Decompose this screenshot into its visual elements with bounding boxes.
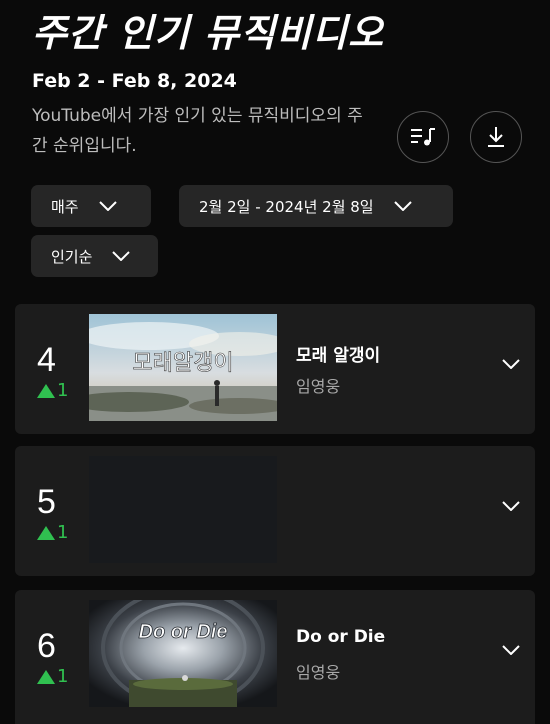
download-button[interactable] <box>470 111 522 163</box>
song-title[interactable]: 모래 알갱이 <box>296 341 380 366</box>
sort-value: 인기순 <box>51 247 93 266</box>
rank-up-arrow-icon <box>37 669 55 684</box>
rank-number: 4 <box>37 341 56 379</box>
video-thumbnail[interactable]: Do or Die <box>89 600 277 707</box>
rank-up-arrow-icon <box>37 525 55 540</box>
rank-change-value: 1 <box>57 380 69 401</box>
rank-change-value: 1 <box>57 666 69 687</box>
chevron-down-icon <box>98 201 117 211</box>
rank-number: 5 <box>37 483 56 521</box>
chevron-down-icon <box>112 251 131 261</box>
download-icon <box>488 127 504 147</box>
thumbnail-title-text: 모래알갱이 <box>132 350 233 375</box>
add-to-playlist-button[interactable] <box>397 111 449 163</box>
chevron-down-icon[interactable] <box>502 645 520 655</box>
video-thumbnail[interactable] <box>89 456 277 563</box>
rank-change: 1 <box>37 666 68 687</box>
playlist-music-icon <box>411 128 435 146</box>
chart-date-range: Feb 2 - Feb 8, 2024 <box>32 70 237 92</box>
chart-row[interactable]: 5 1 <box>15 446 535 576</box>
date-range-dropdown[interactable]: 2월 2일 - 2024년 2월 8일 <box>179 185 453 227</box>
rank-change-value: 1 <box>57 522 69 543</box>
chevron-down-icon[interactable] <box>502 501 520 511</box>
chart-description: YouTube에서 가장 인기 있는 뮤직비디오의 주간 순위입니다. <box>32 106 363 156</box>
artist-name[interactable]: 임영웅 <box>296 659 340 683</box>
chart-row[interactable]: 4 1 모래알갱이 모래 알갱이 임영웅 <box>15 304 535 434</box>
rank-number: 6 <box>37 627 56 665</box>
rank-up-arrow-icon <box>37 383 55 398</box>
chevron-down-icon <box>393 201 412 211</box>
artist-name[interactable]: 임영웅 <box>296 373 340 397</box>
video-thumbnail[interactable]: 모래알갱이 <box>89 314 277 421</box>
date-range-value: 2월 2일 - 2024년 2월 8일 <box>199 197 374 216</box>
rank-change: 1 <box>37 380 68 401</box>
song-title[interactable]: Do or Die <box>296 627 385 647</box>
period-filter-value: 매주 <box>51 197 79 216</box>
period-filter-dropdown[interactable]: 매주 <box>31 185 151 227</box>
chevron-down-icon[interactable] <box>502 359 520 369</box>
sort-dropdown[interactable]: 인기순 <box>31 235 158 277</box>
thumbnail-title-text: Do or Die <box>139 621 228 643</box>
rank-change: 1 <box>37 522 68 543</box>
page-title: 주간 인기 뮤직비디오 <box>32 11 385 55</box>
chart-row[interactable]: 6 1 Do or Die Do or Die 임영웅 <box>15 590 535 724</box>
